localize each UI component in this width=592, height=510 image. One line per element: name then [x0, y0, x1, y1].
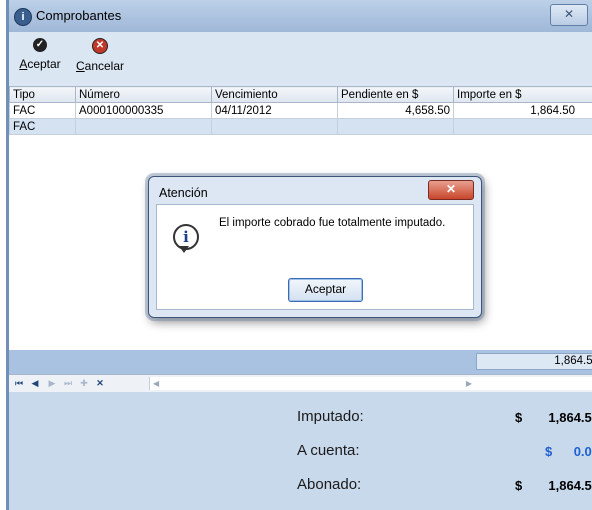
scroll-right-icon[interactable]: ▶ [466, 377, 472, 390]
accept-button[interactable]: ✓ Aceptar [17, 34, 63, 82]
delete-record-icon[interactable]: ✕ [93, 377, 107, 390]
dialog-body: i El importe cobrado fue totalmente impu… [156, 204, 474, 310]
cell-vencimiento[interactable]: 04/11/2012 [211, 102, 338, 119]
column-header-importe[interactable]: Importe en $ [453, 86, 592, 103]
previous-record-icon[interactable]: ◀ [28, 377, 42, 390]
cell-tipo[interactable]: FAC [9, 102, 76, 119]
first-record-icon[interactable]: ⏮ [12, 377, 26, 390]
add-record-icon[interactable]: ✚ [77, 377, 91, 390]
app-icon: i [14, 8, 32, 26]
dialog-title: Atención [159, 186, 208, 200]
cancel-button[interactable]: ✕ Cancelar [71, 34, 129, 82]
cancel-icon: ✕ [92, 38, 108, 54]
atencion-dialog: Atención ✕ i El importe cobrado fue tota… [148, 176, 482, 318]
accept-button-label: Aceptar [19, 57, 61, 71]
cell-tipo[interactable]: FAC [9, 118, 76, 135]
cell-pendiente[interactable]: 4,658.50 [337, 102, 454, 119]
cell-pendiente[interactable] [337, 118, 454, 135]
record-navigator: ⏮ ◀ ▶ ⏭ ✚ ✕ ◀ ▶ [9, 374, 592, 394]
table-row[interactable]: FAC [9, 118, 592, 135]
column-header-numero[interactable]: Número [75, 86, 212, 103]
column-header-tipo[interactable]: Tipo [9, 86, 76, 103]
importe-total-cell: 1,864.50 [476, 353, 592, 370]
column-header-vencimiento[interactable]: Vencimiento [211, 86, 338, 103]
scroll-left-icon[interactable]: ◀ [153, 377, 159, 390]
grid-header-row: Tipo Número Vencimiento Pendiente en $ I… [9, 86, 592, 103]
cell-vencimiento[interactable] [211, 118, 338, 135]
check-icon: ✓ [33, 38, 47, 52]
cell-importe[interactable] [453, 118, 592, 135]
cell-numero[interactable] [75, 118, 212, 135]
next-record-icon[interactable]: ▶ [45, 377, 59, 390]
totals-panel: Imputado: $1,864.50 A cuenta: $0.00 Abon… [9, 392, 592, 510]
dialog-message: El importe cobrado fue totalmente imputa… [219, 217, 446, 229]
window-title: Comprobantes [36, 8, 122, 23]
title-bar[interactable]: i Comprobantes ✕ [9, 0, 592, 32]
abonado-label: Abonado: [297, 476, 362, 493]
cancel-button-label: Cancelar [75, 59, 125, 73]
window-close-button[interactable]: ✕ [550, 4, 588, 26]
cell-importe[interactable]: 1,864.50 [453, 102, 592, 119]
a-cuenta-label: A cuenta: [297, 442, 360, 459]
horizontal-scrollbar[interactable]: ◀ ▶ [149, 377, 592, 390]
imputado-label: Imputado: [297, 408, 364, 425]
grid-summary-row: 1,864.50 [9, 350, 592, 374]
dialog-accept-button[interactable]: Aceptar [288, 278, 363, 302]
last-record-icon[interactable]: ⏭ [61, 377, 75, 390]
info-icon-tail [179, 246, 189, 253]
table-row[interactable]: FAC A000100000335 04/11/2012 4,658.50 1,… [9, 102, 592, 119]
column-header-pendiente[interactable]: Pendiente en $ [337, 86, 454, 103]
cell-numero[interactable]: A000100000335 [75, 102, 212, 119]
dialog-close-button[interactable]: ✕ [428, 180, 474, 200]
toolbar: ✓ Aceptar ✕ Cancelar [9, 32, 592, 87]
